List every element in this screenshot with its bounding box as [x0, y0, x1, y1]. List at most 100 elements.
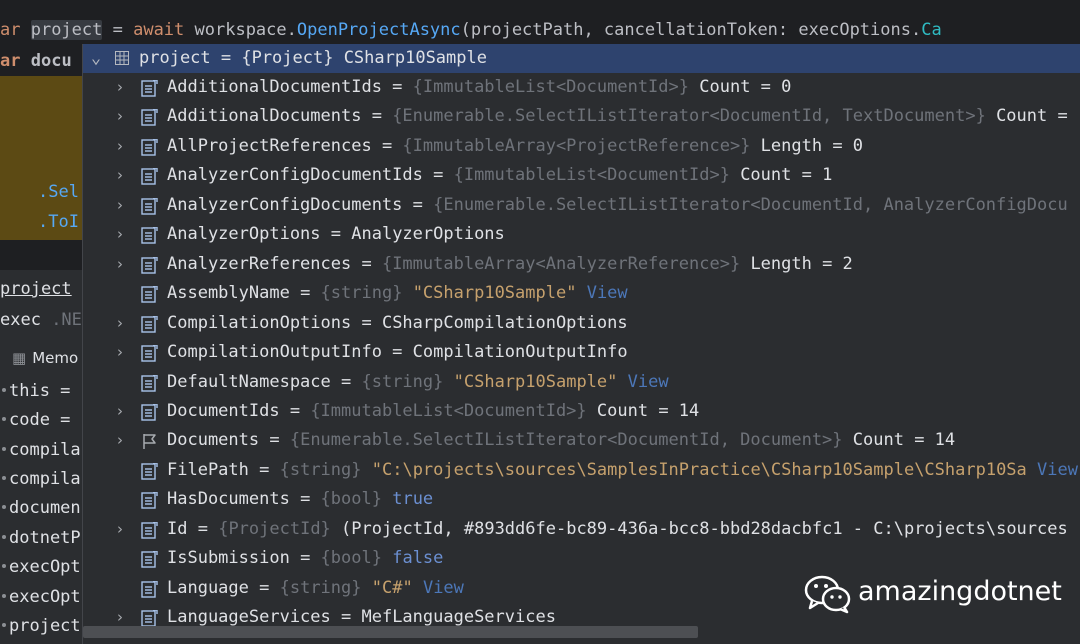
field-icon — [141, 197, 158, 215]
code-line[interactable]: ar project = await workspace.OpenProject… — [0, 16, 942, 44]
chevron-right-icon[interactable]: › — [113, 132, 127, 161]
view-link[interactable]: View — [423, 578, 464, 598]
bullet-icon — [2, 563, 6, 568]
variable-item[interactable]: project — [0, 612, 81, 641]
memory-icon: ▦ — [12, 349, 27, 367]
property-row[interactable]: › AnalyzerConfigDocuments = {Enumerable.S… — [83, 191, 1080, 220]
view-link[interactable]: View — [628, 372, 669, 392]
bullet-icon — [2, 475, 6, 480]
debug-tab-project[interactable]: project — [0, 278, 72, 300]
property-row[interactable]: › CompilationOutputInfo = CompilationOutp… — [83, 338, 1080, 367]
property-value: Length = 0 — [760, 135, 864, 156]
property-type: {string} — [361, 371, 444, 392]
field-icon — [141, 374, 158, 392]
memory-tab[interactable]: ▦ Memo — [0, 344, 82, 372]
chevron-right-icon[interactable]: › — [113, 338, 127, 367]
debug-value-popup[interactable]: ⌄ project = {Project} CSharp10Sample › Ad… — [82, 44, 1080, 644]
variable-item[interactable]: compila — [0, 436, 81, 465]
chevron-right-icon[interactable]: › — [113, 515, 127, 544]
view-link[interactable]: View — [1037, 460, 1078, 480]
property-name: AnalyzerReferences — [167, 253, 352, 274]
field-icon — [141, 492, 158, 509]
variable-item[interactable]: dotnetP — [0, 524, 81, 553]
chevron-right-icon[interactable]: › — [113, 161, 127, 190]
watermark: amazingdotnet — [804, 570, 1064, 618]
chevron-right-icon[interactable]: › — [113, 426, 127, 455]
flag-icon — [143, 434, 156, 450]
property-row[interactable]: › Id = {ProjectId} (ProjectId, #893dd6fe-… — [83, 515, 1080, 544]
field-icon — [141, 551, 158, 568]
property-name: FilePath — [167, 459, 249, 480]
property-name: AnalyzerOptions — [167, 224, 321, 245]
property-type: {ImmutableArray<ProjectReference>} — [402, 135, 751, 156]
object-icon — [115, 51, 129, 65]
property-row[interactable]: › Documents = {Enumerable.SelectIListIter… — [83, 426, 1080, 455]
chevron-right-icon[interactable]: › — [113, 191, 127, 220]
property-value: Count = — [996, 106, 1068, 127]
view-link[interactable]: View — [587, 283, 628, 303]
chevron-right-icon[interactable]: › — [113, 397, 127, 426]
property-value: Length = 2 — [750, 253, 853, 274]
property-type: {ImmutableList<DocumentId>} — [412, 77, 689, 97]
property-name: AdditionalDocuments — [167, 106, 362, 127]
chevron-down-icon[interactable]: ⌄ — [89, 44, 103, 73]
property-row[interactable]: AssemblyName = {string} "CSharp10Sample"… — [83, 279, 1080, 308]
variable-item[interactable]: compila — [0, 465, 81, 494]
property-row[interactable]: › AnalyzerReferences = {ImmutableArray<An… — [83, 250, 1080, 279]
field-icon — [141, 345, 158, 362]
variable-item[interactable]: this = — [0, 377, 70, 406]
popup-header-row[interactable]: ⌄ project = {Project} CSharp10Sample — [83, 44, 1080, 73]
bullet-icon — [2, 504, 6, 509]
property-row[interactable]: › AdditionalDocumentIds = {ImmutableList<… — [83, 73, 1080, 102]
variable-item[interactable]: code = — [0, 406, 70, 435]
bullet-icon — [2, 446, 6, 451]
property-row[interactable]: HasDocuments = {bool} true — [83, 485, 1080, 514]
code-line: .ToI — [38, 212, 79, 232]
chevron-right-icon[interactable]: › — [113, 73, 127, 102]
code-line[interactable]: ar docu — [0, 46, 72, 76]
variable-item[interactable]: execOpt — [0, 553, 81, 582]
horizontal-scrollbar[interactable] — [83, 626, 698, 638]
chevron-right-icon[interactable]: › — [113, 220, 127, 249]
property-type: {bool} — [320, 548, 382, 569]
bullet-icon — [2, 593, 6, 598]
field-icon — [141, 315, 158, 333]
property-row[interactable]: › CompilationOptions = CSharpCompilationO… — [83, 309, 1080, 338]
property-type: {Enumerable.SelectIListIterator<Document… — [433, 194, 1068, 215]
property-name: Id — [167, 518, 188, 539]
property-value: (ProjectId, #893dd6fe-bc89-436a-bcc8-bbd… — [341, 518, 1068, 539]
property-value: MefLanguageServices — [361, 607, 556, 628]
code-line: .Sel — [38, 182, 79, 202]
variable-item[interactable]: execOpt — [0, 583, 81, 612]
variable-item[interactable]: documen — [0, 494, 81, 523]
chevron-right-icon[interactable]: › — [113, 102, 127, 131]
property-name: HasDocuments — [167, 489, 290, 510]
property-type: {bool} — [320, 489, 382, 510]
property-row[interactable]: › AnalyzerConfigDocumentIds = {ImmutableL… — [83, 161, 1080, 190]
bool-value: false — [392, 548, 444, 569]
frame-row[interactable]: exec .NE — [0, 308, 82, 332]
project-variable[interactable]: project — [30, 20, 103, 40]
property-value: CSharpCompilationOptions — [381, 312, 628, 333]
popup-header-text: project = {Project} CSharp10Sample — [139, 48, 487, 68]
property-value: Count = 14 — [852, 430, 956, 451]
property-row[interactable]: › AnalyzerOptions = AnalyzerOptions — [83, 220, 1080, 249]
property-row[interactable]: › AllProjectReferences = {ImmutableArray<… — [83, 132, 1080, 161]
property-type: {string} — [279, 459, 362, 480]
property-name: Documents — [167, 430, 260, 451]
bullet-icon — [2, 387, 6, 392]
property-row[interactable]: DefaultNamespace = {string} "CSharp10Sam… — [83, 368, 1080, 397]
chevron-right-icon[interactable]: › — [113, 250, 127, 279]
chevron-right-icon[interactable]: › — [113, 309, 127, 338]
property-name: CompilationOutputInfo — [167, 342, 382, 363]
property-type: {ProjectId} — [218, 518, 331, 539]
property-name: AssemblyName — [167, 283, 290, 304]
property-name: IsSubmission — [167, 548, 290, 569]
bullet-icon — [2, 416, 6, 421]
property-value: Count = 0 — [699, 77, 792, 97]
field-icon — [141, 286, 158, 303]
property-row[interactable]: › DocumentIds = {ImmutableList<DocumentId… — [83, 397, 1080, 426]
property-type: {ImmutableList<DocumentId>} — [453, 165, 730, 186]
property-row[interactable]: › AdditionalDocuments = {Enumerable.Selec… — [83, 102, 1080, 131]
property-row[interactable]: FilePath = {string} "C:\projects\sources… — [83, 456, 1080, 485]
